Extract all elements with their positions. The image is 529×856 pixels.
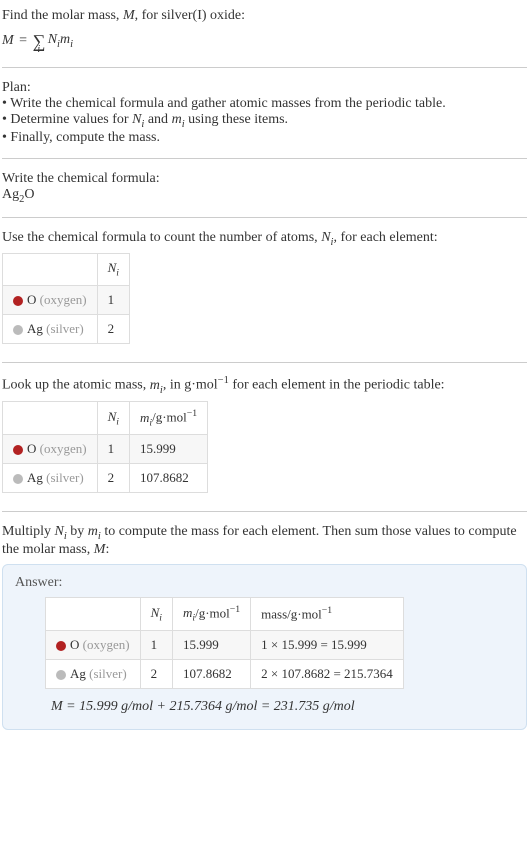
color-dot-icon (13, 325, 23, 335)
answer-box: Answer: Ni mi/g·mol−1 mass/g·mol−1 O (ox… (2, 564, 527, 730)
mi-cell: 107.8682 (129, 464, 207, 493)
element-cell: Ag (silver) (3, 314, 98, 343)
ni-cell: 2 (140, 660, 172, 689)
color-dot-icon (13, 445, 23, 455)
element-cell: O (oxygen) (46, 631, 141, 660)
result-line: M = 15.999 g/mol + 215.7364 g/mol = 231.… (51, 699, 514, 715)
mass-cell: 2 × 107.8682 = 215.7364 (251, 660, 404, 689)
atomic-mass-table: Ni mi/g·mol−1 O (oxygen) 1 15.999 Ag (si… (2, 401, 208, 493)
element-cell: O (oxygen) (3, 435, 98, 464)
color-dot-icon (13, 474, 23, 484)
step4-heading: Multiply Ni by mi to compute the mass fo… (2, 524, 527, 558)
table-row: Ag (silver) 2 (3, 314, 130, 343)
element-cell: O (oxygen) (3, 285, 98, 314)
element-cell: Ag (silver) (46, 660, 141, 689)
ni-cell: 2 (97, 314, 129, 343)
plan-section: Plan: • Write the chemical formula and g… (2, 76, 527, 150)
table-header-row: Ni mi/g·mol−1 (3, 402, 208, 435)
mass-cell: 1 × 15.999 = 15.999 (251, 631, 404, 660)
element-cell: Ag (silver) (3, 464, 98, 493)
header-ni: Ni (97, 402, 129, 435)
ni-cell: 2 (97, 464, 129, 493)
divider (2, 362, 527, 363)
plan-heading: Plan: (2, 80, 527, 96)
header-mi: mi/g·mol−1 (129, 402, 207, 435)
color-dot-icon (56, 670, 66, 680)
step2-heading: Use the chemical formula to count the nu… (2, 230, 527, 248)
plan-bullet-3: • Finally, compute the mass. (2, 130, 527, 146)
table-row: O (oxygen) 1 (3, 285, 130, 314)
divider (2, 511, 527, 512)
header-ni: Ni (140, 598, 172, 631)
answer-label: Answer: (15, 575, 514, 591)
step2-section: Use the chemical formula to count the nu… (2, 226, 527, 354)
intro-line: Find the molar mass, M, for silver(I) ox… (2, 8, 527, 24)
step3-section: Look up the atomic mass, mi, in g·mol−1 … (2, 371, 527, 503)
header-mass: mass/g·mol−1 (251, 598, 404, 631)
table-row: O (oxygen) 1 15.999 1 × 15.999 = 15.999 (46, 631, 404, 660)
color-dot-icon (56, 641, 66, 651)
table-header-row: Ni mi/g·mol−1 mass/g·mol−1 (46, 598, 404, 631)
step1-heading: Write the chemical formula: (2, 171, 527, 187)
atom-count-table: Ni O (oxygen) 1 Ag (silver) 2 (2, 253, 130, 344)
table-header-row: Ni (3, 254, 130, 286)
header-mi: mi/g·mol−1 (172, 598, 250, 631)
color-dot-icon (13, 296, 23, 306)
intro-section: Find the molar mass, M, for silver(I) ox… (2, 4, 527, 59)
divider (2, 67, 527, 68)
divider (2, 217, 527, 218)
mi-cell: 15.999 (172, 631, 250, 660)
header-blank (46, 598, 141, 631)
step1-section: Write the chemical formula: Ag2O (2, 167, 527, 209)
ni-cell: 1 (140, 631, 172, 660)
ni-cell: 1 (97, 435, 129, 464)
mi-cell: 15.999 (129, 435, 207, 464)
molar-mass-formula: M = ∑i Nimi (2, 26, 527, 55)
header-blank (3, 254, 98, 286)
step3-heading: Look up the atomic mass, mi, in g·mol−1 … (2, 375, 527, 395)
chemical-formula: Ag2O (2, 187, 527, 205)
answer-table: Ni mi/g·mol−1 mass/g·mol−1 O (oxygen) 1 … (45, 597, 404, 689)
plan-bullet-2: • Determine values for Ni and mi using t… (2, 112, 527, 130)
plan-bullet-1: • Write the chemical formula and gather … (2, 96, 527, 112)
table-row: Ag (silver) 2 107.8682 2 × 107.8682 = 21… (46, 660, 404, 689)
divider (2, 158, 527, 159)
table-row: Ag (silver) 2 107.8682 (3, 464, 208, 493)
mi-cell: 107.8682 (172, 660, 250, 689)
header-ni: Ni (97, 254, 129, 286)
table-row: O (oxygen) 1 15.999 (3, 435, 208, 464)
step4-section: Multiply Ni by mi to compute the mass fo… (2, 520, 527, 734)
ni-cell: 1 (97, 285, 129, 314)
header-blank (3, 402, 98, 435)
